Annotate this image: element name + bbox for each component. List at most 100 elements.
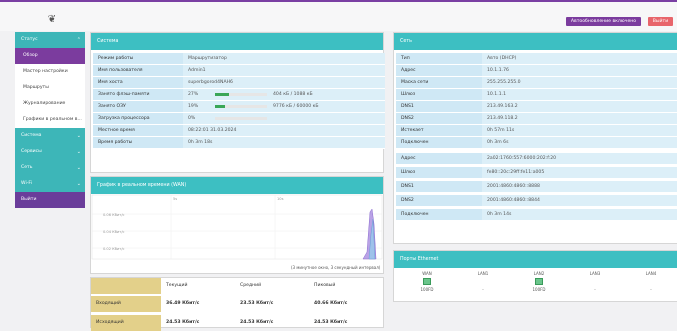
chart-x-mark: 5s (173, 197, 177, 201)
network-panel-title: Сеть (394, 33, 677, 50)
sidebar-logout-label: Выйти (21, 197, 37, 202)
sidebar-item-system[interactable]: Система ⌄ (15, 128, 85, 144)
network-row: Подключен 0h 3m 6s (396, 137, 677, 149)
system-row-value-text: superbgorod4NAH6 (188, 80, 233, 85)
port-name: LAN2 (533, 271, 545, 276)
system-row-label: Местное время (93, 125, 183, 137)
system-row: Имя пользователя Admin1 (93, 65, 385, 77)
traffic-cell: 24.53 Кбит/с (240, 320, 274, 325)
system-row-value-text: 0h 3m 18s (188, 140, 213, 145)
sidebar-item-wizard[interactable]: Мастер настройки (15, 64, 85, 80)
network-row: Подключен 0h 3m 14s (396, 209, 677, 221)
network-row-label: Адрес (396, 65, 482, 77)
sidebar-item-logout[interactable]: Выйти (15, 192, 85, 208)
top-bar: ❦ Автообновление включено Выйти (0, 2, 677, 31)
wan-chart: 5s 10s 0.06 Кбит/с 0.04 Кбит/с 0.02 Кбит… (91, 194, 383, 260)
network-row: DNS1 2001:4860:4860::8888 (396, 181, 677, 193)
usage-bar (215, 117, 267, 120)
traffic-cell: 23.53 Кбит/с (240, 301, 274, 306)
network-row-value: 213.49.163.2 (482, 101, 677, 113)
ethernet-port-icon (423, 278, 431, 285)
sidebar-item-services[interactable]: Сервисы ⌄ (15, 144, 85, 160)
port-name: LAN3 (589, 271, 601, 276)
system-row-value: 19% 9776 кБ / 60000 кБ (183, 101, 385, 113)
system-row: Занято флэш-памяти 27% 404 кБ / 1088 кБ (93, 89, 385, 101)
network-row-value: 0h 3m 14s (482, 209, 677, 221)
network-row: DNS2 213.49.118.2 (396, 113, 677, 125)
chart-caption: (3 минутное окно, 3 секундный интервал) (291, 265, 381, 270)
system-row-value: 27% 404 кБ / 1088 кБ (183, 89, 385, 101)
system-row-value: 0h 3m 18s (183, 137, 385, 149)
sidebar-item-overview[interactable]: Обзор (15, 48, 85, 64)
network-row: DNS2 2001:4860:4860::8844 (396, 195, 677, 207)
network-row-label: Подключен (396, 209, 482, 221)
usage-bar (215, 105, 267, 108)
network-row: Шлюз fe80::20c:29ff:fe11:a005 (396, 167, 677, 179)
system-row-label: Занято флэш-памяти (93, 89, 183, 101)
sidebar-item-network[interactable]: Сеть ⌄ (15, 160, 85, 176)
chevron-down-icon: ⌄ (76, 133, 81, 139)
chevron-down-icon: ⌄ (76, 149, 81, 155)
usage-bar-fill (215, 105, 225, 108)
wan-chart-panel: График в реальном времени (WAN) 5s 10s 0… (90, 176, 384, 274)
ethernet-port-icon (591, 278, 599, 285)
network-row: DNS1 213.49.163.2 (396, 101, 677, 113)
network-row-value: 213.49.118.2 (482, 113, 677, 125)
usage-bar (215, 93, 267, 96)
traffic-table: Текущий Средний Пиковый Входящий 36.49 К… (90, 277, 384, 331)
sidebar-item-routes[interactable]: Маршруты (15, 80, 85, 96)
auto-refresh-button[interactable]: Автообновление включено (566, 17, 641, 26)
traffic-cell: 36.49 Кбит/с (166, 301, 200, 306)
system-row: Имя хоста superbgorod4NAH6 (93, 77, 385, 89)
traffic-header-average: Средний (240, 283, 262, 288)
sidebar-item-status[interactable]: Статус ⌃ (15, 32, 85, 48)
system-row-value: 08:22:01 31.03.2024 (183, 125, 385, 137)
chart-y-tick: 0.06 Кбит/с (103, 213, 125, 217)
logout-button[interactable]: Выйти (648, 17, 673, 26)
system-row-value-text: 27% (188, 92, 199, 97)
network-row-label: Маска сети (396, 77, 482, 89)
router-logo-icon[interactable]: ❦ (45, 14, 59, 25)
system-row-value: 0% (183, 113, 385, 125)
port-name: WAN (422, 271, 432, 276)
system-row-value: Маршрутизатор (183, 53, 385, 65)
sidebar-item-realtime-graphs[interactable]: Графики в реальном в... (15, 112, 85, 128)
sidebar-wifi-label: Wi-Fi (21, 181, 32, 186)
system-row-value-text: 19% (188, 104, 199, 109)
network-row-value: 0h 3m 6s (482, 137, 677, 149)
traffic-cell: 40.66 Кбит/с (314, 301, 348, 306)
port-name: LAN4 (645, 271, 657, 276)
ethernet-port: LAN1 - (468, 271, 498, 292)
traffic-cell: 24.53 Кбит/с (314, 320, 348, 325)
sidebar-item-wifi[interactable]: Wi-Fi ⌄ (15, 176, 85, 192)
chevron-down-icon: ⌄ (76, 165, 81, 171)
system-row-label: Режим работы (93, 53, 183, 65)
ethernet-port: LAN3 - (580, 271, 610, 292)
chevron-up-icon: ⌃ (76, 37, 81, 43)
port-speed: - (482, 287, 484, 292)
network-row-value: fe80::20c:29ff:fe11:a005 (482, 167, 677, 179)
network-row: Маска сети 255.255.255.0 (396, 77, 677, 89)
chart-y-tick: 0.04 Кбит/с (103, 230, 125, 234)
network-row-label: DNS2 (396, 195, 482, 207)
ports-panel-title: Порты Ethernet (394, 251, 677, 268)
network-row-label: DNS1 (396, 101, 482, 113)
network-row-value: 10.1.1.1 (482, 89, 677, 101)
sidebar-item-logs[interactable]: Журналирование (15, 96, 85, 112)
chart-plot-area (91, 194, 383, 260)
network-row-label: DNS2 (396, 113, 482, 125)
port-speed: 100FD (420, 287, 434, 292)
traffic-header-current: Текущий (166, 283, 188, 288)
ethernet-port: LAN2 100FD (524, 271, 554, 292)
system-row-value: Admin1 (183, 65, 385, 77)
ethernet-port: LAN4 - (636, 271, 666, 292)
system-row-label: Имя пользователя (93, 65, 183, 77)
traffic-row-label: Входящий (91, 296, 161, 312)
usage-bar-text: 9776 кБ / 60000 кБ (273, 104, 319, 109)
system-row: Загрузка процессора 0% (93, 113, 385, 125)
network-row-label: Тип (396, 53, 482, 65)
system-row-value-text: Маршрутизатор (188, 56, 227, 61)
system-row-label: Загрузка процессора (93, 113, 183, 125)
network-row-value: 0h 57m 11s (482, 125, 677, 137)
network-row-label: DNS1 (396, 181, 482, 193)
